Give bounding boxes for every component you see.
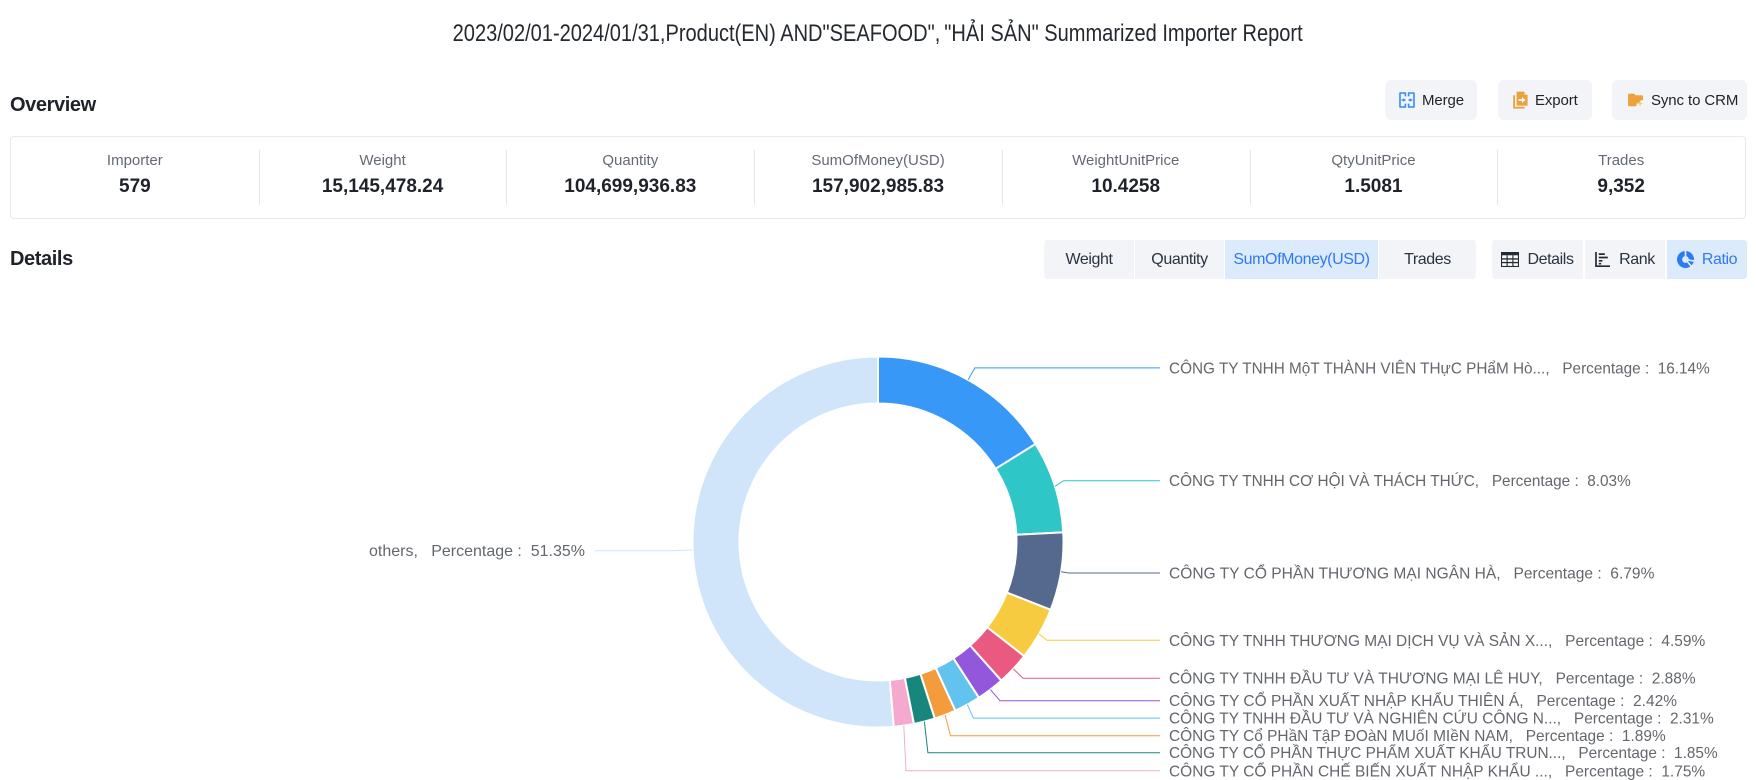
svg-text:CÔNG TY CỔ PHẦN THỰC PHẨM XUẤT: CÔNG TY CỔ PHẦN THỰC PHẨM XUẤT KHẨU TRUN…	[1169, 743, 1718, 762]
svg-text:others, Percentage : 51.35%: others, Percentage : 51.35%	[369, 543, 585, 560]
svg-text:CÔNG TY CỔ PHẦN THƯƠNG MẠI NGÂ: CÔNG TY CỔ PHẦN THƯƠNG MẠI NGÂN HÀ, Perc…	[1169, 564, 1654, 583]
svg-text:CÔNG TY TNHH MộT THÀNH VIÊN TH: CÔNG TY TNHH MộT THÀNH VIÊN THựC PHẩM Hò…	[1169, 358, 1710, 377]
svg-text:CÔNG TY TNHH ĐẦU TƯ VÀ THƯƠNG: CÔNG TY TNHH ĐẦU TƯ VÀ THƯƠNG MẠI LÊ HUY…	[1169, 669, 1696, 688]
svg-text:CÔNG TY Cổ PHầN TậP ĐOàN MUốI: CÔNG TY Cổ PHầN TậP ĐOàN MUốI MIềN NAM, …	[1169, 726, 1666, 745]
svg-text:CÔNG TY TNHH CƠ HỘI VÀ THÁCH T: CÔNG TY TNHH CƠ HỘI VÀ THÁCH THỨC, Perce…	[1169, 471, 1631, 490]
svg-text:CÔNG TY TNHH ĐẦU TƯ VÀ NGHIÊN: CÔNG TY TNHH ĐẦU TƯ VÀ NGHIÊN CỨU CÔNG N…	[1169, 709, 1714, 728]
svg-text:CÔNG TY CỔ PHẦN XUẤT NHẬP KHẨU: CÔNG TY CỔ PHẦN XUẤT NHẬP KHẨU THIÊN Á, …	[1169, 691, 1677, 710]
svg-text:CÔNG TY CỔ PHẦN CHẾ BIẾN XUẤT: CÔNG TY CỔ PHẦN CHẾ BIẾN XUẤT NHẬP KHẨU …	[1169, 761, 1705, 780]
svg-text:CÔNG TY TNHH THƯƠNG MẠI DỊCH V: CÔNG TY TNHH THƯƠNG MẠI DỊCH VỤ VÀ SẢN X…	[1169, 631, 1705, 650]
